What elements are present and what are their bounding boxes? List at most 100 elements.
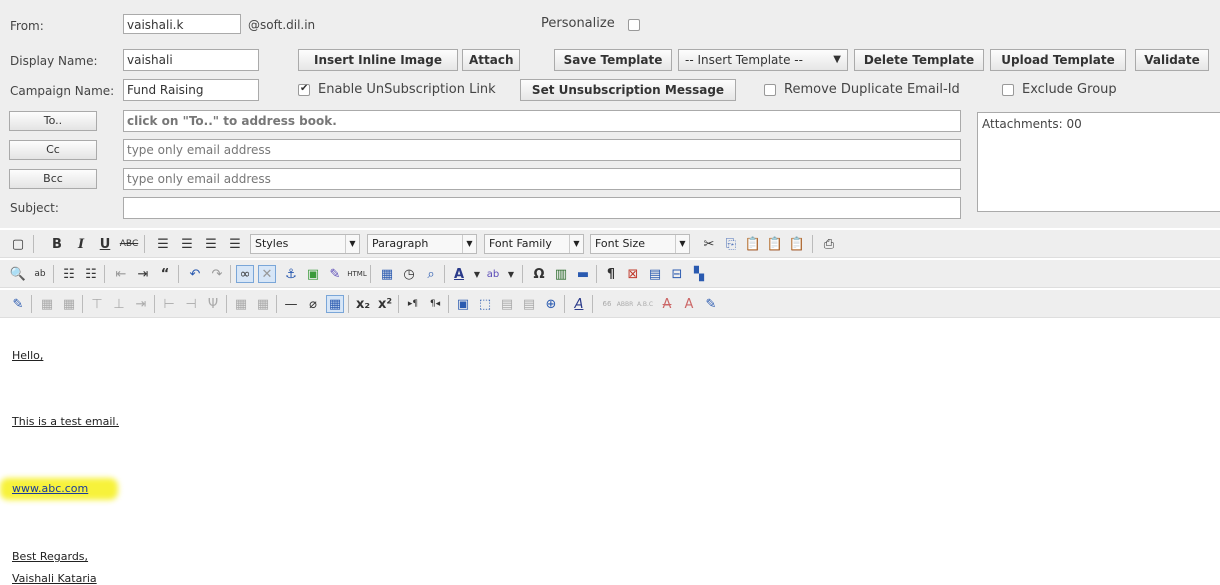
delete-row-icon[interactable]: ⇥ xyxy=(132,295,150,313)
subscript-icon[interactable]: x₂ xyxy=(354,295,372,313)
align-right-icon[interactable]: ☰ xyxy=(202,235,220,253)
pagebreak-icon[interactable]: ⊟ xyxy=(668,265,686,283)
undo-icon[interactable]: ↶ xyxy=(186,265,204,283)
upload-template-button[interactable]: Upload Template xyxy=(990,49,1126,71)
delete-text-icon[interactable]: A xyxy=(658,295,676,313)
bold-icon[interactable]: B xyxy=(48,235,66,253)
insert-template-select[interactable]: -- Insert Template -- ▼ xyxy=(678,49,848,71)
template-icon[interactable]: ▤ xyxy=(646,265,664,283)
exclude-group-checkbox[interactable] xyxy=(1002,84,1014,96)
highlight-color-icon[interactable]: ab xyxy=(484,265,502,283)
find-icon[interactable]: 🔍 xyxy=(9,265,27,283)
move-forward-icon[interactable]: ▤ xyxy=(498,295,516,313)
table-cell-props-icon[interactable]: ▦ xyxy=(60,295,78,313)
insert-text-icon[interactable]: A xyxy=(680,295,698,313)
font-size-dropdown[interactable]: Font Size ▼ xyxy=(590,234,690,254)
superscript-icon[interactable]: x² xyxy=(376,295,394,313)
save-template-button[interactable]: Save Template xyxy=(554,49,672,71)
to-button[interactable]: To.. xyxy=(9,111,97,131)
preview-icon[interactable]: ⌕ xyxy=(422,265,440,283)
paragraph-dropdown[interactable]: Paragraph ▼ xyxy=(367,234,477,254)
table-row-props-icon[interactable]: ▦ xyxy=(38,295,56,313)
from-input[interactable]: vaishali.k xyxy=(123,14,241,34)
bcc-button[interactable]: Bcc xyxy=(9,169,97,189)
special-char-icon[interactable]: Ω xyxy=(530,265,548,283)
underline-icon[interactable]: U xyxy=(96,235,114,253)
align-left-icon[interactable]: ☰ xyxy=(154,235,172,253)
insert-col-before-icon[interactable]: ⊢ xyxy=(160,295,178,313)
unlink-icon[interactable]: ✕ xyxy=(258,265,276,283)
cut-icon[interactable]: ✂ xyxy=(700,235,718,253)
new-document-icon[interactable]: ▢ xyxy=(9,235,27,253)
editor-body[interactable]: Hello, This is a test email. www.abc.com… xyxy=(0,345,1220,585)
split-cells-icon[interactable]: ▦ xyxy=(232,295,250,313)
cleanup-icon[interactable]: ✎ xyxy=(326,265,344,283)
link-icon[interactable]: ∞ xyxy=(236,265,254,283)
table-icon[interactable]: ▦ xyxy=(326,295,344,313)
unsub-checkbox[interactable] xyxy=(298,83,310,96)
eraser-icon[interactable]: ⌀ xyxy=(304,295,322,313)
display-name-input[interactable]: vaishali xyxy=(123,49,259,71)
styles-dropdown[interactable]: Styles ▼ xyxy=(250,234,360,254)
paste-word-icon[interactable]: 📋 xyxy=(788,235,806,253)
bcc-field[interactable]: type only email address xyxy=(123,168,961,190)
image-icon[interactable]: ▣ xyxy=(304,265,322,283)
move-backward-icon[interactable]: ▤ xyxy=(520,295,538,313)
bullet-list-icon[interactable]: ☷ xyxy=(60,265,78,283)
pilcrow-icon[interactable]: ¶ xyxy=(602,265,620,283)
paste-text-icon[interactable]: 📋 xyxy=(766,235,784,253)
insert-row-after-icon[interactable]: ⊥ xyxy=(110,295,128,313)
rtl-icon[interactable]: ¶◂ xyxy=(426,295,444,313)
anchor-icon[interactable]: ⚓ xyxy=(282,265,300,283)
cc-button[interactable]: Cc xyxy=(9,140,97,160)
edit-css-icon[interactable]: ✎ xyxy=(9,295,27,313)
delete-col-icon[interactable]: Ψ xyxy=(204,295,222,313)
horizontal-line-icon[interactable]: — xyxy=(282,295,300,313)
nonbreaking-icon[interactable]: ⊠ xyxy=(624,265,642,283)
absolute-position-icon[interactable]: ⬚ xyxy=(476,295,494,313)
insert-time-icon[interactable]: ◷ xyxy=(400,265,418,283)
replace-icon[interactable]: ab xyxy=(31,265,49,283)
strikethrough-icon[interactable]: ABC xyxy=(120,235,138,253)
cc-field[interactable]: type only email address xyxy=(123,139,961,161)
attribs-icon[interactable]: ✎ xyxy=(702,295,720,313)
cite-icon[interactable]: 66 xyxy=(598,295,616,313)
layers-icon[interactable]: ▚ xyxy=(690,265,708,283)
style-props-icon[interactable]: A xyxy=(570,295,588,313)
paste-icon[interactable]: 📋 xyxy=(744,235,762,253)
acronym-icon[interactable]: A.B.C xyxy=(636,295,654,313)
text-color-icon[interactable]: A xyxy=(450,265,468,283)
insert-layer-icon[interactable]: ▣ xyxy=(454,295,472,313)
media-icon[interactable]: ▥ xyxy=(552,265,570,283)
campaign-input[interactable]: Fund Raising xyxy=(123,79,259,101)
insert-inline-image-button[interactable]: Insert Inline Image xyxy=(298,49,458,71)
outdent-icon[interactable]: ⇤ xyxy=(112,265,130,283)
insert-row-before-icon[interactable]: ⊤ xyxy=(88,295,106,313)
indent-icon[interactable]: ⇥ xyxy=(134,265,152,283)
attach-button[interactable]: Attach xyxy=(462,49,520,71)
print-icon[interactable]: ⎙ xyxy=(820,235,838,253)
redo-icon[interactable]: ↷ xyxy=(208,265,226,283)
insert-col-after-icon[interactable]: ⊣ xyxy=(182,295,200,313)
remove-duplicate-checkbox[interactable] xyxy=(764,84,776,96)
font-family-dropdown[interactable]: Font Family ▼ xyxy=(484,234,584,254)
chevron-down-icon[interactable]: ▼ xyxy=(502,265,520,283)
subject-input[interactable] xyxy=(123,197,961,219)
to-field[interactable]: click on "To.." to address book. xyxy=(123,110,961,132)
abbr-icon[interactable]: ABBR xyxy=(616,295,634,313)
align-center-icon[interactable]: ☰ xyxy=(178,235,196,253)
numbered-list-icon[interactable]: ☷ xyxy=(82,265,100,283)
body-line-link[interactable]: www.abc.com xyxy=(12,482,88,495)
validate-button[interactable]: Validate xyxy=(1135,49,1209,71)
personalize-checkbox[interactable] xyxy=(628,19,640,31)
insert-block-icon[interactable]: ⊕ xyxy=(542,295,560,313)
copy-icon[interactable]: ⎘ xyxy=(722,235,740,253)
italic-icon[interactable]: I xyxy=(72,235,90,253)
html-icon[interactable]: HTML xyxy=(347,265,366,283)
merge-cells-icon[interactable]: ▦ xyxy=(254,295,272,313)
align-justify-icon[interactable]: ☰ xyxy=(226,235,244,253)
horizontal-rule-icon[interactable]: ▬ xyxy=(574,265,592,283)
ltr-icon[interactable]: ▸¶ xyxy=(404,295,422,313)
delete-template-button[interactable]: Delete Template xyxy=(854,49,984,71)
blockquote-icon[interactable]: “ xyxy=(156,265,174,283)
